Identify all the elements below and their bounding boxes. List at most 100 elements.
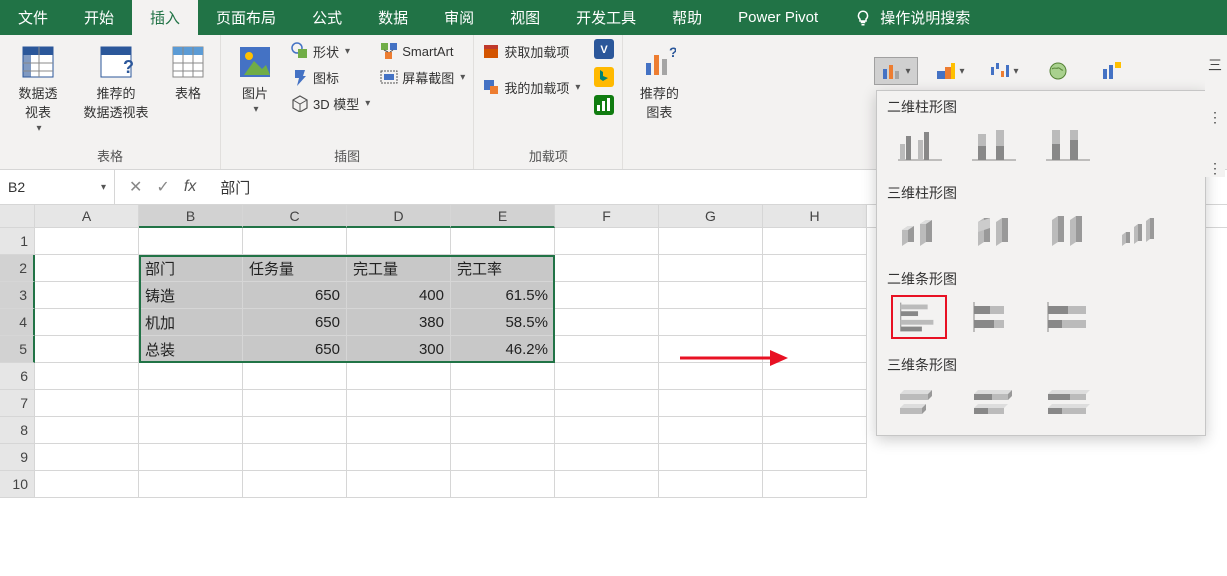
row-header-6[interactable]: 6: [0, 363, 35, 390]
percent-stacked-column-2d[interactable]: [1039, 123, 1095, 167]
get-addins-button[interactable]: 获取加载项: [480, 39, 582, 63]
cell[interactable]: 58.5%: [451, 309, 555, 336]
recommended-charts-button[interactable]: ? 推荐的 图表: [629, 39, 689, 121]
row-header-3[interactable]: 3: [0, 282, 35, 309]
tab-home[interactable]: 开始: [66, 0, 132, 35]
cell[interactable]: 46.2%: [451, 336, 555, 363]
cell[interactable]: [139, 363, 243, 390]
map-chart-button[interactable]: [1036, 57, 1080, 85]
cell[interactable]: [35, 228, 139, 255]
pivot-table-button[interactable]: 数据透 视表▾: [6, 39, 70, 134]
tab-review[interactable]: 审阅: [426, 0, 492, 35]
col-header-a[interactable]: A: [35, 205, 139, 227]
cell[interactable]: [347, 363, 451, 390]
cell[interactable]: [555, 228, 659, 255]
cell[interactable]: [35, 444, 139, 471]
cell[interactable]: 650: [243, 282, 347, 309]
cell[interactable]: 300: [347, 336, 451, 363]
cell[interactable]: [659, 471, 763, 498]
cell[interactable]: [243, 363, 347, 390]
tab-powerpivot[interactable]: Power Pivot: [720, 0, 836, 35]
cell[interactable]: [35, 363, 139, 390]
tab-page-layout[interactable]: 页面布局: [198, 0, 294, 35]
cell[interactable]: [555, 255, 659, 282]
row-header-2[interactable]: 2: [0, 255, 35, 282]
cell[interactable]: [347, 228, 451, 255]
icons-button[interactable]: 图标: [289, 65, 372, 89]
tab-insert[interactable]: 插入: [132, 0, 198, 35]
cell[interactable]: [347, 417, 451, 444]
cell[interactable]: [763, 309, 867, 336]
cell[interactable]: [763, 444, 867, 471]
name-box[interactable]: B2 ▾: [0, 170, 115, 204]
stacked-bar-2d[interactable]: [965, 295, 1021, 339]
cell[interactable]: [451, 228, 555, 255]
cell[interactable]: [451, 390, 555, 417]
row-header-4[interactable]: 4: [0, 309, 35, 336]
cell[interactable]: [451, 417, 555, 444]
cell[interactable]: [763, 471, 867, 498]
cell[interactable]: [555, 336, 659, 363]
cell[interactable]: [555, 390, 659, 417]
hierarchy-chart-dropdown-button[interactable]: ▾: [928, 57, 972, 85]
row-header-5[interactable]: 5: [0, 336, 35, 363]
cell[interactable]: [347, 390, 451, 417]
cell[interactable]: [555, 363, 659, 390]
bing-maps-icon[interactable]: [594, 67, 616, 89]
cell[interactable]: [35, 417, 139, 444]
cell[interactable]: [659, 417, 763, 444]
pivot-chart-button[interactable]: [1090, 57, 1134, 85]
stacked-bar-3d[interactable]: [965, 381, 1021, 425]
cell[interactable]: [659, 255, 763, 282]
cancel-formula-icon[interactable]: ✕: [129, 177, 142, 197]
col-header-g[interactable]: G: [659, 205, 763, 227]
select-all-corner[interactable]: [0, 205, 35, 227]
cell[interactable]: [659, 282, 763, 309]
table-button[interactable]: 表格: [162, 39, 214, 102]
pictures-button[interactable]: 图片▾: [227, 39, 283, 115]
cell[interactable]: [555, 471, 659, 498]
percent-stacked-bar-2d[interactable]: [1039, 295, 1095, 339]
cell[interactable]: [763, 363, 867, 390]
percent-stacked-bar-3d[interactable]: [1039, 381, 1095, 425]
cell[interactable]: 650: [243, 336, 347, 363]
column-3d[interactable]: [1113, 209, 1169, 253]
cell[interactable]: [35, 336, 139, 363]
recommended-pivot-button[interactable]: ? 推荐的 数据透视表: [76, 39, 156, 121]
cell[interactable]: [35, 255, 139, 282]
smartart-button[interactable]: SmartArt: [378, 39, 467, 63]
col-header-h[interactable]: H: [763, 205, 867, 227]
cell[interactable]: 完工率: [451, 255, 555, 282]
clustered-bar-3d[interactable]: [891, 381, 947, 425]
cell[interactable]: [139, 390, 243, 417]
cell[interactable]: [659, 309, 763, 336]
stacked-column-2d[interactable]: [965, 123, 1021, 167]
cell[interactable]: [139, 444, 243, 471]
tab-view[interactable]: 视图: [492, 0, 558, 35]
cell[interactable]: [555, 309, 659, 336]
cell[interactable]: [35, 471, 139, 498]
col-header-e[interactable]: E: [451, 205, 555, 228]
cell[interactable]: [35, 309, 139, 336]
cell[interactable]: [243, 471, 347, 498]
cell[interactable]: [555, 282, 659, 309]
col-header-f[interactable]: F: [555, 205, 659, 227]
row-header-9[interactable]: 9: [0, 444, 35, 471]
cell[interactable]: 机加: [139, 309, 243, 336]
cell[interactable]: [451, 471, 555, 498]
row-header-1[interactable]: 1: [0, 228, 35, 255]
col-header-d[interactable]: D: [347, 205, 451, 228]
cell[interactable]: 650: [243, 309, 347, 336]
cell[interactable]: 完工量: [347, 255, 451, 282]
cell[interactable]: [763, 282, 867, 309]
cell[interactable]: [763, 255, 867, 282]
cell[interactable]: 任务量: [243, 255, 347, 282]
cell[interactable]: [763, 417, 867, 444]
row-header-7[interactable]: 7: [0, 390, 35, 417]
cell[interactable]: [659, 444, 763, 471]
cell[interactable]: [243, 444, 347, 471]
my-addins-button[interactable]: 我的加载项▾: [480, 75, 582, 99]
shapes-button[interactable]: 形状▾: [289, 39, 372, 63]
cell[interactable]: [763, 228, 867, 255]
tab-help[interactable]: 帮助: [654, 0, 720, 35]
